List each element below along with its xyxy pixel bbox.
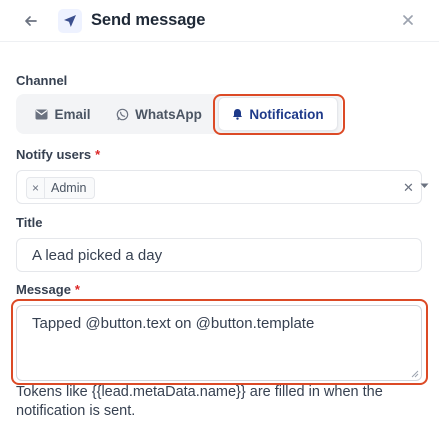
back-button[interactable] <box>22 12 40 30</box>
message-textarea-value: Tapped @button.text on @button.template <box>32 315 315 332</box>
chevron-down-icon[interactable] <box>420 183 429 189</box>
notify-users-select[interactable]: × Admin ✕ <box>16 170 429 204</box>
resize-handle-icon[interactable] <box>411 370 419 378</box>
notify-users-label-text: Notify users <box>16 147 92 162</box>
required-mark: * <box>95 147 101 162</box>
message-hint: Tokens like {{lead.metaData.name}} are f… <box>16 384 383 419</box>
title-input-value: A lead picked a day <box>32 246 163 264</box>
arrow-left-icon <box>25 16 37 26</box>
channel-label: Channel <box>16 73 68 88</box>
message-label: Message * <box>16 282 80 297</box>
close-icon <box>403 15 413 25</box>
bell-icon <box>233 109 243 120</box>
clear-selection-button[interactable]: ✕ <box>403 180 414 196</box>
channel-option-email[interactable]: Email <box>24 94 102 134</box>
close-button[interactable] <box>400 12 416 28</box>
required-mark: * <box>74 282 80 297</box>
whatsapp-icon <box>116 108 129 120</box>
send-icon <box>58 9 82 33</box>
channel-option-label: WhatsApp <box>135 106 202 122</box>
notify-users-label: Notify users * <box>16 147 100 162</box>
channel-option-label: Email <box>54 106 91 122</box>
user-chip: × Admin <box>26 177 96 199</box>
dialog-title: Send message <box>91 11 206 29</box>
dialog-header: Send message <box>0 0 439 42</box>
channel-option-label: Notification <box>249 106 324 122</box>
title-label: Title <box>16 215 43 230</box>
chip-remove-button[interactable]: × <box>27 178 45 198</box>
channel-option-whatsapp[interactable]: WhatsApp <box>108 94 210 134</box>
mail-icon <box>35 109 48 119</box>
chip-label: Admin <box>51 181 87 195</box>
title-input[interactable]: A lead picked a day <box>16 238 422 272</box>
channel-option-notification[interactable]: Notification <box>218 97 338 131</box>
message-label-text: Message <box>16 282 71 297</box>
message-textarea[interactable]: Tapped @button.text on @button.template <box>16 305 422 381</box>
